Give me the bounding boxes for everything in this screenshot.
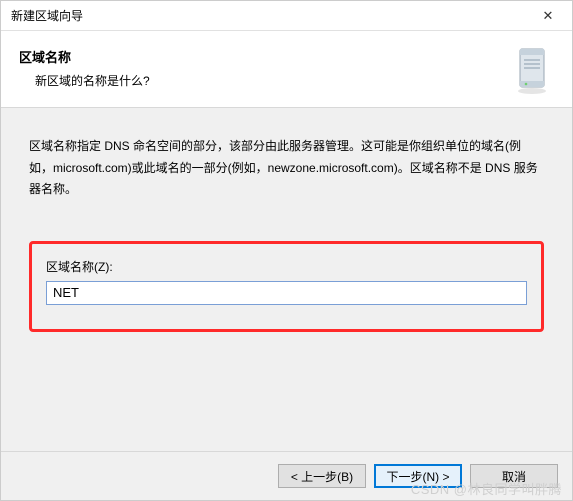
wizard-header-subtitle: 新区域的名称是什么?: [35, 72, 554, 89]
cancel-button[interactable]: 取消: [470, 464, 558, 488]
back-button[interactable]: < 上一步(B): [278, 464, 366, 488]
titlebar: 新建区域向导 ✕: [1, 1, 572, 31]
server-icon: [514, 45, 554, 95]
zone-name-highlight: 区域名称(Z):: [29, 241, 544, 332]
wizard-header-title: 区域名称: [19, 47, 554, 66]
close-icon: ✕: [543, 8, 554, 24]
dialog-title: 新建区域向导: [11, 7, 528, 24]
wizard-body: 区域名称指定 DNS 命名空间的部分，该部分由此服务器管理。这可能是你组织单位的…: [1, 108, 572, 451]
zone-name-input[interactable]: [46, 281, 527, 305]
new-zone-wizard-dialog: 新建区域向导 ✕ 区域名称 新区域的名称是什么? 区域名称指定 DNS 命名空间…: [0, 0, 573, 501]
close-button[interactable]: ✕: [528, 4, 568, 28]
wizard-footer: < 上一步(B) 下一步(N) > 取消: [1, 451, 572, 500]
wizard-header: 区域名称 新区域的名称是什么?: [1, 31, 572, 108]
description-text: 区域名称指定 DNS 命名空间的部分，该部分由此服务器管理。这可能是你组织单位的…: [29, 136, 544, 201]
next-button[interactable]: 下一步(N) >: [374, 464, 462, 488]
zone-name-label: 区域名称(Z):: [46, 258, 527, 275]
